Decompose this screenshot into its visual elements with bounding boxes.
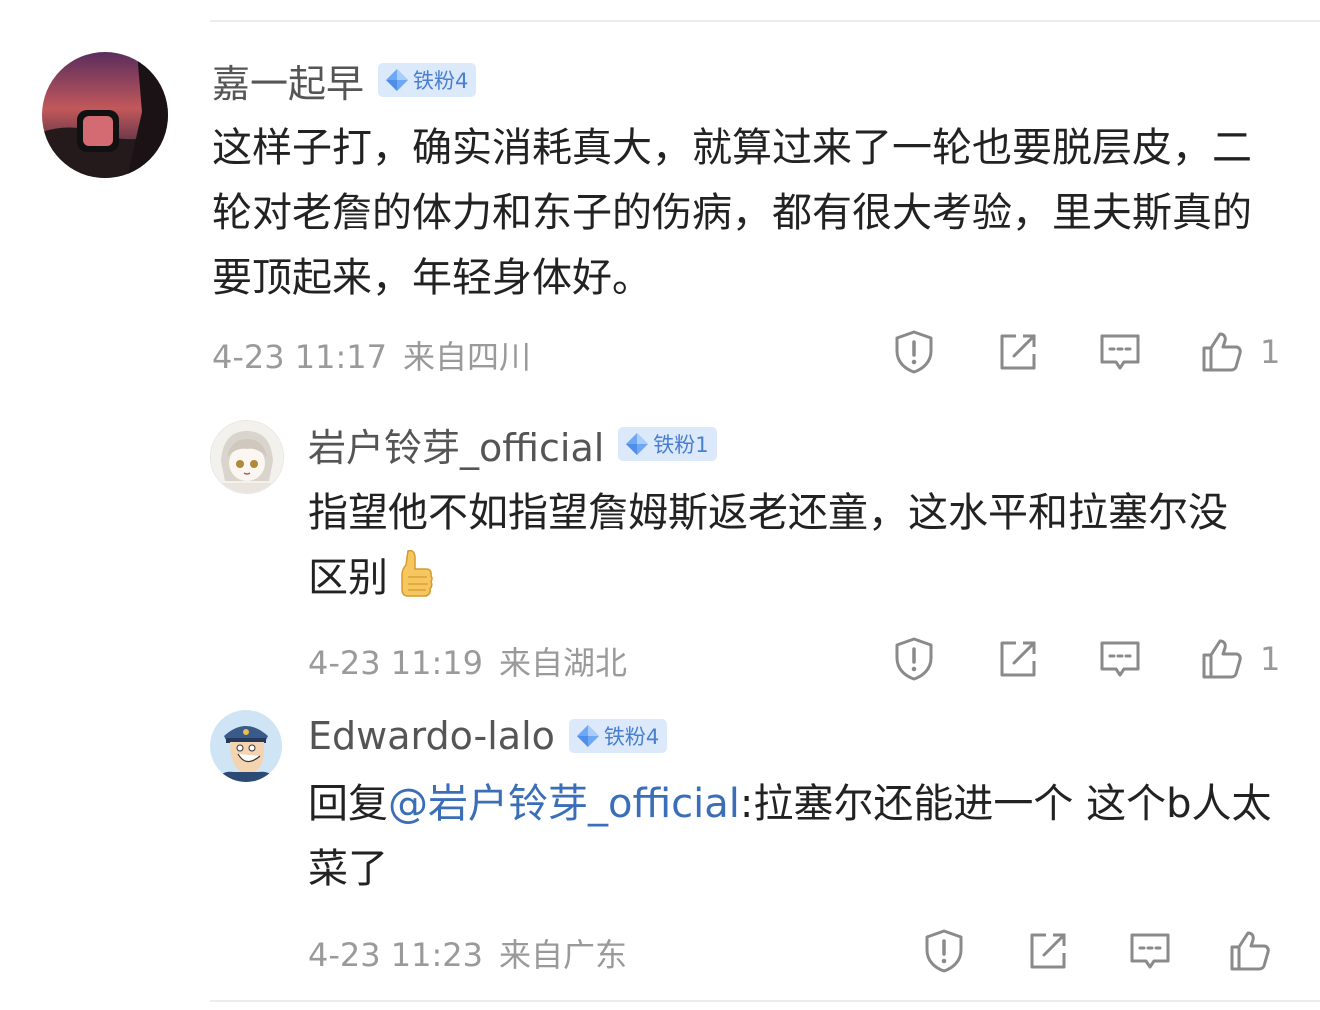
comment-time: 4-23 11:17 [212, 338, 388, 376]
reply-time: 4-23 11:23 [308, 936, 484, 974]
reply-time: 4-23 11:19 [308, 644, 484, 682]
comment-location: 来自四川 [403, 338, 532, 376]
share-button[interactable] [994, 635, 1042, 683]
reply-text-block: 指望他不如指望詹姆斯返老还童，这水平和拉塞尔没区别 [308, 481, 1258, 611]
diamond-icon [384, 67, 410, 93]
reply-button[interactable] [1126, 927, 1174, 975]
mention-link[interactable]: @岩户铃芽_official [388, 781, 740, 827]
comment-text: 这样子打，确实消耗真大，就算过来了一轮也要脱层皮，二轮对老詹的体力和东子的伤病，… [212, 125, 1252, 301]
report-icon [890, 328, 938, 376]
top-divider [210, 20, 1320, 22]
reply-text-block: 回复@岩户铃芽_official:拉塞尔还能进一个 这个b人太菜了 [308, 772, 1298, 902]
badge-label: 铁粉4 [413, 69, 469, 93]
comment-meta: 4-23 11:17 来自四川 [212, 332, 531, 378]
fan-badge[interactable]: 铁粉4 [378, 63, 477, 97]
reply-meta: 4-23 11:23 来自广东 [308, 930, 627, 976]
share-icon [994, 328, 1042, 376]
reply-location: 来自广东 [499, 936, 628, 974]
comment-icon [1096, 328, 1144, 376]
like-count: 1 [1260, 640, 1281, 678]
avatar[interactable] [210, 710, 282, 782]
share-icon [1024, 927, 1072, 975]
report-button[interactable] [890, 328, 938, 376]
comment-actions: 1 [890, 328, 1290, 378]
thumbs-up-icon [1198, 328, 1246, 376]
reply-button[interactable] [1096, 328, 1144, 376]
like-button[interactable] [1198, 328, 1246, 376]
avatar-sunset-mirror-image [42, 52, 168, 178]
reply-header: 岩户铃芽_official 铁粉1 [308, 418, 717, 470]
like-count: 1 [1260, 333, 1281, 371]
username[interactable]: Edwardo-lalo [308, 714, 555, 758]
thumbs-up-icon [1198, 635, 1246, 683]
fan-badge[interactable]: 铁粉1 [618, 427, 717, 461]
thumbs-up-emoji-icon [401, 549, 433, 597]
share-button[interactable] [1024, 927, 1072, 975]
report-button[interactable] [890, 635, 938, 683]
like-button[interactable] [1198, 635, 1246, 683]
reply-prefix: 回复 [308, 781, 388, 827]
reply-header: Edwardo-lalo 铁粉4 [308, 710, 668, 762]
comment-icon [1126, 927, 1174, 975]
reply-text: 指望他不如指望詹姆斯返老还童，这水平和拉塞尔没区别 [308, 490, 1228, 601]
like-button[interactable] [1226, 927, 1274, 975]
reply-location: 来自湖北 [499, 644, 628, 682]
avatar[interactable] [42, 52, 168, 178]
report-icon [890, 635, 938, 683]
share-button[interactable] [994, 328, 1042, 376]
fan-badge[interactable]: 铁粉4 [568, 719, 668, 753]
reply-actions: 1 [890, 635, 1290, 685]
thumbs-up-icon [1226, 927, 1274, 975]
comment-icon [1096, 635, 1144, 683]
report-button[interactable] [920, 927, 968, 975]
reply-button[interactable] [1096, 635, 1144, 683]
badge-label: 铁粉1 [653, 433, 709, 457]
diamond-icon [575, 723, 601, 749]
reply-meta: 4-23 11:19 来自湖北 [308, 638, 627, 684]
reply-actions [920, 927, 1300, 977]
diamond-icon [624, 431, 650, 457]
report-icon [920, 927, 968, 975]
avatar-anime-girl-image [211, 421, 283, 493]
username[interactable]: 岩户铃芽_official [308, 417, 604, 472]
comment-header: 嘉一起早 铁粉4 [212, 53, 477, 108]
avatar[interactable] [210, 420, 284, 494]
bottom-divider [210, 1000, 1320, 1002]
badge-label: 铁粉4 [603, 725, 660, 749]
share-icon [994, 635, 1042, 683]
username[interactable]: 嘉一起早 [212, 53, 364, 108]
avatar-cartoon-man-image [210, 710, 282, 782]
